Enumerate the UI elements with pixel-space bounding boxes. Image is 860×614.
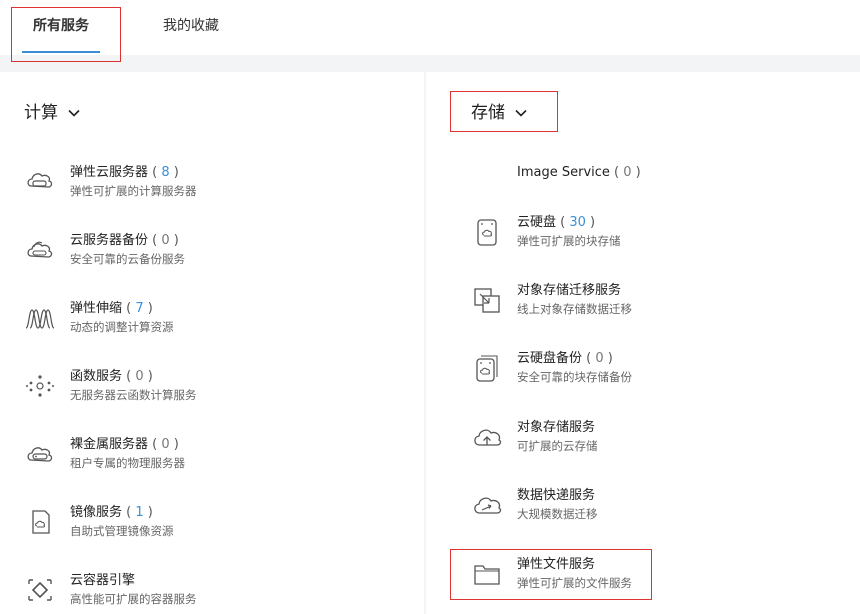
- service-name: 函数服务 ( 0 ): [70, 369, 153, 384]
- service-desc: 安全可靠的云备份服务: [70, 252, 185, 266]
- service-desc: 无服务器云函数计算服务: [70, 388, 197, 402]
- image-service-icon: [32, 510, 50, 534]
- service-item-ecs[interactable]: 弹性云服务器 ( 8 ) 弹性可扩展的计算服务器: [24, 164, 404, 204]
- service-desc: 动态的调整计算资源: [70, 320, 174, 334]
- bare-metal-server-icon: [27, 447, 53, 462]
- chevron-down-icon: [68, 109, 80, 117]
- service-name: 云服务器备份 ( 0 ): [70, 233, 179, 248]
- storage-section-header[interactable]: 存储: [471, 100, 527, 126]
- service-desc: 弹性可扩展的计算服务器: [70, 184, 197, 198]
- service-desc: 自助式管理镜像资源: [70, 524, 174, 538]
- object-storage-cloud-icon: [474, 429, 502, 446]
- service-name: 裸金属服务器 ( 0 ): [70, 437, 179, 452]
- service-desc: 可扩展的云存储: [517, 439, 598, 453]
- service-desc: 弹性可扩展的块存储: [517, 234, 621, 248]
- service-item-object-storage[interactable]: 对象存储服务 可扩展的云存储: [471, 419, 841, 459]
- service-name: 云容器引擎: [70, 573, 136, 588]
- storage-panel: 存储 Image Service ( 0 ) 云硬盘 ( 30 ) 弹性可扩展的…: [426, 72, 860, 614]
- service-name: 弹性云服务器 ( 8 ): [70, 165, 179, 180]
- compute-panel: 计算 弹性云服务器 ( 8 ) 弹性可扩展的计算服务器 云服务器备份 ( 0 )…: [0, 72, 424, 614]
- chevron-down-icon: [515, 109, 527, 117]
- folder-icon: [474, 565, 500, 585]
- service-item-bare-metal[interactable]: 裸金属服务器 ( 0 ) 租户专属的物理服务器: [24, 436, 404, 476]
- auto-scaling-icon: [25, 309, 55, 329]
- service-desc: 弹性可扩展的文件服务: [517, 576, 632, 590]
- container-engine-icon: [28, 579, 52, 601]
- service-item-cloud-disk[interactable]: 云硬盘 ( 30 ) 弹性可扩展的块存储: [471, 214, 841, 254]
- disk-backup-icon: [476, 355, 498, 382]
- compute-section-header[interactable]: 计算: [24, 100, 80, 126]
- service-desc: 大规模数据迁移: [517, 507, 598, 521]
- service-name: 云硬盘备份 ( 0 ): [517, 351, 613, 366]
- storage-section-title: 存储: [471, 103, 505, 123]
- service-item-container-engine[interactable]: 云容器引擎 高性能可扩展的容器服务: [24, 572, 404, 612]
- service-name: 数据快递服务: [517, 488, 596, 503]
- object-storage-migration-icon: [474, 288, 500, 313]
- ecs-cloud-server-icon: [27, 173, 53, 188]
- service-item-elastic-file[interactable]: 弹性文件服务 弹性可扩展的文件服务: [471, 556, 841, 596]
- service-name: 对象存储服务: [517, 420, 596, 435]
- active-tab-indicator: [22, 51, 100, 53]
- service-desc: 高性能可扩展的容器服务: [70, 592, 197, 606]
- service-item-object-storage-migration[interactable]: 对象存储迁移服务 线上对象存储数据迁移: [471, 282, 841, 322]
- service-item-function[interactable]: 函数服务 ( 0 ) 无服务器云函数计算服务: [24, 368, 404, 408]
- cloud-disk-icon: [477, 219, 497, 246]
- service-name: 弹性文件服务: [517, 557, 596, 572]
- service-item-cloud-backup[interactable]: 云服务器备份 ( 0 ) 安全可靠的云备份服务: [24, 232, 404, 272]
- service-desc: 租户专属的物理服务器: [70, 456, 185, 470]
- tab-all-services[interactable]: 所有服务: [33, 0, 89, 55]
- service-tabs: 所有服务 我的收藏: [0, 0, 860, 55]
- service-name: 对象存储迁移服务: [517, 283, 622, 298]
- compute-section-title: 计算: [24, 103, 58, 123]
- service-item-image[interactable]: 镜像服务 ( 1 ) 自助式管理镜像资源: [24, 504, 404, 544]
- service-item-disk-backup[interactable]: 云硬盘备份 ( 0 ) 安全可靠的块存储备份: [471, 350, 841, 390]
- service-desc: 安全可靠的块存储备份: [517, 370, 632, 384]
- cloud-backup-icon: [27, 241, 53, 258]
- service-item-auto-scaling[interactable]: 弹性伸缩 ( 7 ) 动态的调整计算资源: [24, 300, 404, 340]
- service-name: 云硬盘 ( 30 ): [517, 215, 596, 230]
- data-express-icon: [474, 497, 502, 514]
- tab-favorites[interactable]: 我的收藏: [163, 0, 219, 55]
- service-name: 镜像服务 ( 1 ): [70, 505, 153, 520]
- service-name: 弹性伸缩 ( 7 ): [70, 301, 153, 316]
- service-item-image-service[interactable]: Image Service ( 0 ): [471, 164, 841, 204]
- service-item-data-express[interactable]: 数据快递服务 大规模数据迁移: [471, 487, 841, 527]
- function-service-icon: [26, 375, 54, 397]
- service-desc: 线上对象存储数据迁移: [517, 302, 632, 316]
- service-name: Image Service ( 0 ): [517, 165, 641, 180]
